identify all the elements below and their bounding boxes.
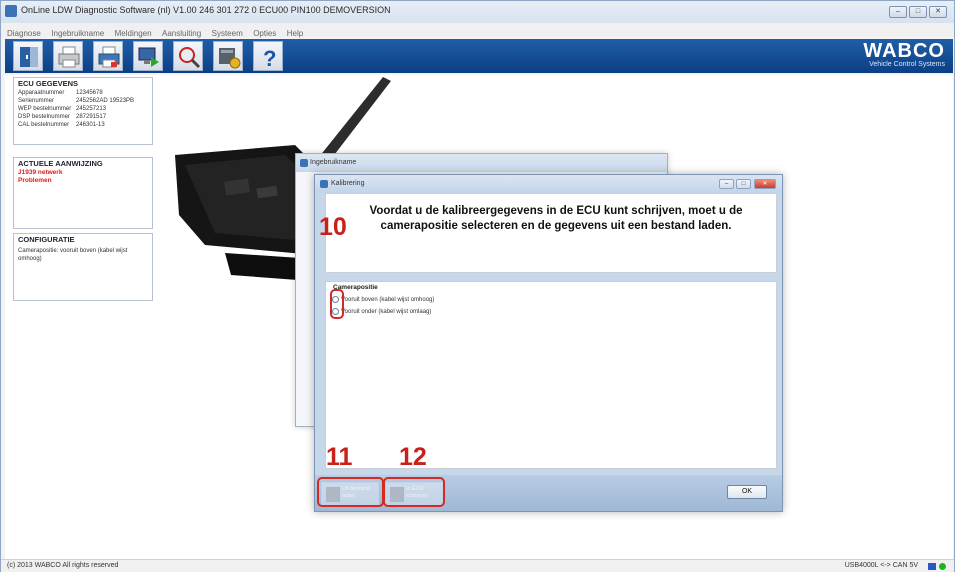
radio-label: Vooruit boven (kabel wijst omhoog)	[341, 296, 435, 303]
config-panel-title: CONFIGURATIE	[18, 235, 75, 244]
ecu-key: DSP bestelnummer	[18, 114, 70, 120]
ecu-row: Serienummer 2452562AD 19523PB	[14, 97, 152, 105]
copyright-text: (c) 2013 WABCO All rights reserved	[7, 562, 119, 569]
print-report-button[interactable]	[93, 41, 123, 71]
search-diagnose-icon	[179, 47, 201, 69]
warning-line-1[interactable]: J1939 netwerk	[14, 169, 152, 177]
ok-button[interactable]: OK	[727, 485, 767, 499]
callout-12: 12	[399, 443, 427, 471]
help-glyph: ?	[263, 46, 276, 69]
interface-status-icon	[928, 563, 936, 570]
warning-panel: ACTUELE AANWIJZING J1939 netwerk Problem…	[13, 157, 153, 229]
ecu-value: 2452562AD 19523PB	[76, 98, 135, 104]
monitor-run-icon	[138, 47, 159, 67]
warning-line-2[interactable]: Problemen	[14, 177, 152, 185]
ecu-settings-button[interactable]	[213, 41, 243, 71]
ecu-key: WEP bestelnummer	[18, 106, 72, 112]
close-button[interactable]: ✕	[929, 6, 947, 18]
radio-camera-bottom[interactable]: Vooruit onder (kabel wijst omlaag)	[332, 308, 431, 315]
kalibrering-dialog: Kalibrering ‒ □ ✕ Voordat u de kalibreer…	[314, 174, 783, 512]
exit-icon	[20, 47, 38, 67]
ingebruikname-title-bar: Ingebruikname	[296, 154, 667, 172]
connection-status: USB4000L <-> CAN 5V	[844, 562, 918, 569]
ecu-key: Serienummer	[18, 98, 55, 104]
kalibrering-title: Kalibrering	[331, 180, 365, 187]
exit-button[interactable]	[13, 41, 43, 71]
status-bar: (c) 2013 WABCO All rights reserved USB40…	[1, 559, 954, 572]
camera-position-group: Camerapositie Vooruit boven (kabel wijst…	[325, 281, 777, 469]
config-text: Camerapositie: vooruit boven (kabel wijs…	[18, 248, 128, 262]
print-icon	[58, 46, 80, 68]
callout-11-highlight	[317, 477, 384, 507]
dialog-close-button[interactable]: ✕	[754, 179, 776, 189]
dialog-icon	[320, 180, 328, 188]
help-icon: ?	[263, 46, 276, 69]
dialog-maximize-button[interactable]: □	[736, 179, 751, 189]
ecu-value: 287291517	[76, 114, 107, 120]
ecu-value: 12345678	[76, 90, 103, 96]
message-box: Voordat u de kalibreergegevens in de ECU…	[325, 193, 777, 273]
ecu-panel-title: ECU GEGEVENS	[18, 79, 79, 88]
print-report-icon	[98, 46, 120, 68]
search-diagnose-button[interactable]	[173, 41, 203, 71]
dialog-minimize-button[interactable]: ‒	[719, 179, 734, 189]
calibration-message: Voordat u de kalibreergegevens in de ECU…	[369, 205, 743, 232]
monitor-run-button[interactable]	[133, 41, 163, 71]
main-window: OnLine LDW Diagnostic Software (nl) V1.0…	[0, 0, 955, 572]
ecu-key: CAL bestelnummer	[18, 122, 70, 128]
ecu-data-panel: ECU GEGEVENS Apparaatnummer 12345678 Seri…	[13, 77, 153, 145]
kalibrering-title-bar: Kalibrering ‒ □ ✕	[315, 175, 782, 193]
toolbar: ? WABCO Vehicle Control Systems	[5, 39, 953, 73]
callout-10: 10	[319, 213, 347, 241]
connection-led-icon	[939, 563, 946, 570]
callout-10-highlight	[330, 289, 344, 319]
ingebruikname-title: Ingebruikname	[310, 159, 357, 166]
ecu-settings-icon	[219, 48, 241, 69]
ecu-row: CAL bestelnummer 246301-13	[14, 121, 152, 129]
help-button[interactable]: ?	[253, 41, 283, 71]
callout-12-highlight	[383, 477, 445, 507]
ecu-row: DSP bestelnummer 287291517	[14, 113, 152, 121]
radio-label: Vooruit onder (kabel wijst omlaag)	[341, 308, 432, 315]
ecu-row: WEP bestelnummer 245257213	[14, 105, 152, 113]
warning-panel-title: ACTUELE AANWIJZING	[18, 159, 103, 168]
title-bar: OnLine LDW Diagnostic Software (nl) V1.0…	[1, 1, 954, 23]
ecu-value: 246301-13	[76, 122, 105, 128]
menu-bar: Diagnose Ingebruikname Meldingen Aanslui…	[1, 23, 954, 38]
app-icon	[5, 5, 17, 17]
print-button[interactable]	[53, 41, 83, 71]
minimize-button[interactable]: ‒	[889, 6, 907, 18]
configuration-panel: CONFIGURATIE Camerapositie: vooruit bove…	[13, 233, 153, 301]
wabco-tagline: Vehicle Control Systems	[869, 61, 945, 68]
ecu-row: Apparaatnummer 12345678	[14, 89, 152, 97]
ecu-key: Apparaatnummer	[18, 90, 65, 96]
radio-camera-top[interactable]: Vooruit boven (kabel wijst omhoog)	[332, 296, 434, 303]
callout-11: 11	[326, 443, 353, 471]
wabco-logo: WABCO	[863, 40, 945, 62]
maximize-button[interactable]: □	[909, 6, 927, 18]
ecu-value: 245257213	[76, 106, 107, 112]
window-title: OnLine LDW Diagnostic Software (nl) V1.0…	[21, 5, 391, 15]
dialog-icon	[300, 159, 308, 167]
